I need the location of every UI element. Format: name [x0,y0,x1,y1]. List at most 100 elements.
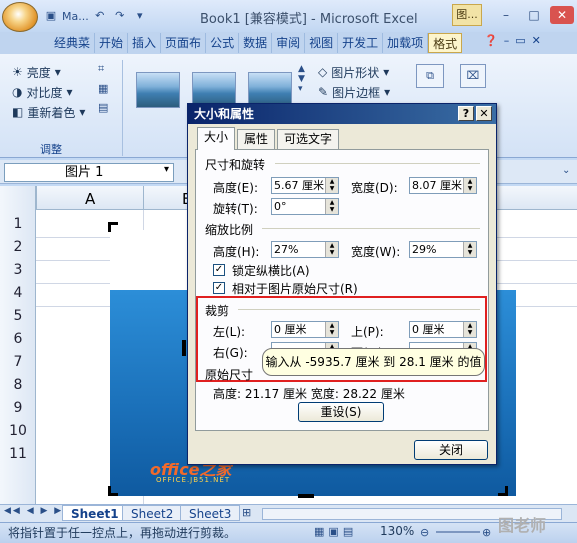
spinner-arrows-icon[interactable]: ▲▼ [463,242,476,257]
sheet-tab-2[interactable]: Sheet2 [122,505,183,521]
brightness-label: 亮度 [26,65,51,80]
change-picture-icon[interactable]: ▦ [98,82,108,95]
ribbon-close-icon[interactable]: ✕ [532,34,541,47]
row-number[interactable]: 9 [0,400,36,416]
help-icon[interactable]: ❓ [484,34,498,47]
ribbon-minimize-icon[interactable]: – [504,34,510,47]
dialog-help-icon[interactable]: ? [458,106,474,121]
brightness-button[interactable]: ☀ 亮度 ▾ [12,62,85,82]
zoom-slider[interactable] [436,531,480,533]
ribbon-restore-icon[interactable]: ▭ [515,34,525,47]
contrast-button[interactable]: ◑ 对比度 ▾ [12,82,85,102]
crop-handle-bottom-right[interactable] [498,486,508,496]
tab-view[interactable]: 视图 [305,33,339,53]
sheet-tab-3[interactable]: Sheet3 [180,505,241,521]
expand-formula-icon[interactable]: ⌄ [562,165,570,176]
row-number[interactable]: 8 [0,377,36,393]
row-number[interactable]: 3 [0,262,36,278]
save-icon[interactable]: ▣ [42,7,60,25]
width-spinner[interactable]: 8.07 厘米 ▲ ▼ [409,177,477,194]
scale-height-spinner[interactable]: 27% ▲ ▼ [271,241,339,258]
relative-size-checkbox[interactable]: ✓ [213,282,225,294]
row-number[interactable]: 10 [0,423,36,439]
recolor-button[interactable]: ◧ 重新着色 ▾ [12,102,85,122]
height-spinner[interactable]: 5.67 厘米 ▲ ▼ [271,177,339,194]
zoom-level[interactable]: 130% [380,524,414,538]
zoom-out-icon[interactable]: ⊖ [420,526,429,539]
spinner-arrows-icon[interactable]: ▲▼ [463,322,476,337]
sheet-tab-1[interactable]: Sheet1 [62,505,128,521]
crop-handle-left[interactable] [182,340,186,356]
row-number[interactable]: 6 [0,331,36,347]
watermark: 图老师 [498,516,547,535]
namebox-dropdown-icon[interactable]: ▾ [164,164,169,175]
tab-classic-menu[interactable]: 经典菜 [50,33,96,53]
minimize-icon[interactable]: – [494,6,518,24]
row-number[interactable]: 2 [0,239,36,255]
spinner-arrows-icon[interactable]: ▲▼ [325,178,338,193]
picture-shape-button[interactable]: ◇ 图片形状 ▾ [318,62,390,82]
redo-icon[interactable]: ↷ [111,7,129,25]
compress-pictures-icon[interactable]: ⌗ [98,62,108,76]
rotate-spinner[interactable]: 0° ▲ ▼ [271,198,339,215]
undo-icon[interactable]: ↶ [91,7,109,25]
page-break-view-icon[interactable]: ▤ [343,525,353,538]
styles-scroll-icons[interactable]: ▲ ▼ ▾ [298,64,305,94]
dialog-close-button[interactable]: 关闭 [414,440,488,460]
crop-handle-bottom-left[interactable] [108,486,118,496]
reset-button[interactable]: 重设(S) [298,402,384,422]
logo-subtext: OFFICE.JB51.NET [156,476,231,484]
dialog-tab-properties[interactable]: 属性 [237,129,276,149]
row-number[interactable]: 1 [0,216,36,232]
picture-tools-context-tab[interactable]: 图... [452,4,482,26]
maximize-icon[interactable]: □ [522,6,546,24]
customize-qat-icon[interactable]: ▾ [131,7,149,25]
crop-top-spinner[interactable]: 0 厘米 ▲ ▼ [409,321,477,338]
tab-insert[interactable]: 插入 [128,33,162,53]
crop-left-label: 左(L): [213,325,246,339]
tab-addins[interactable]: 加载项 [383,33,429,53]
dialog-tab-alt-text[interactable]: 可选文字 [277,129,340,149]
spinner-arrows-icon[interactable]: ▲▼ [463,178,476,193]
spinner-arrows-icon[interactable]: ▲▼ [325,199,338,214]
recolor-label: 重新着色 [27,105,76,120]
column-a-header[interactable]: A [85,190,95,208]
row-number[interactable]: 4 [0,285,36,301]
tab-home[interactable]: 开始 [95,33,129,53]
tab-formulas[interactable]: 公式 [206,33,240,53]
row-number[interactable]: 7 [0,354,36,370]
crop-icon[interactable]: ⌧ [460,64,486,88]
picture-border-button[interactable]: ✎ 图片边框 ▾ [318,82,390,102]
normal-view-icon[interactable]: ▦ [314,525,324,538]
scale-width-spinner[interactable]: 29% ▲ ▼ [409,241,477,258]
arrange-icon[interactable]: ⧉ [416,64,444,88]
tab-data[interactable]: 数据 [239,33,273,53]
insert-sheet-icon[interactable]: ⊞ [242,506,251,519]
qat-label: Ma... [62,9,89,23]
crop-left-spinner[interactable]: 0 厘米 ▲ ▼ [271,321,339,338]
dialog-title: 大小和属性 [188,104,496,124]
window-controls: – □ ✕ [494,6,574,24]
section-divider [238,309,480,310]
office-button[interactable] [2,2,38,32]
tab-page-layout[interactable]: 页面布 [161,33,207,53]
row-number[interactable]: 5 [0,308,36,324]
lock-ratio-checkbox[interactable]: ✓ [213,264,225,276]
dialog-close-icon[interactable]: ✕ [476,106,492,121]
crop-handle-top-left[interactable] [108,222,118,232]
row-number[interactable]: 11 [0,446,36,462]
spinner-arrows-icon[interactable]: ▲▼ [325,322,338,337]
dialog-tab-size[interactable]: 大小 [197,127,236,150]
tab-review[interactable]: 审阅 [272,33,306,53]
zoom-in-icon[interactable]: ⊕ [482,526,491,539]
page-layout-view-icon[interactable]: ▣ [328,525,338,538]
name-box[interactable]: 图片 1 [4,163,174,182]
close-window-icon[interactable]: ✕ [550,6,574,24]
reset-picture-icon[interactable]: ▤ [98,101,108,114]
tab-developer[interactable]: 开发工 [338,33,384,53]
picture-style-thumb[interactable] [136,72,180,108]
brightness-icon: ☀ [12,65,23,79]
tab-format[interactable]: 格式 [428,33,463,53]
crop-handle-bottom[interactable] [298,494,314,498]
spinner-arrows-icon[interactable]: ▲▼ [325,242,338,257]
